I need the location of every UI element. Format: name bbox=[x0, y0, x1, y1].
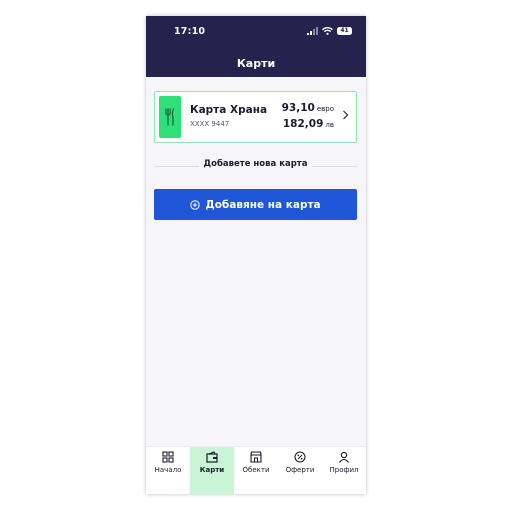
add-card-button-label: Добавяне на карта bbox=[205, 198, 321, 211]
app-header: 17:10 41 Карти bbox=[146, 16, 366, 77]
tab-home-label: Начало bbox=[154, 466, 182, 474]
balance-primary-value: 93,10 bbox=[281, 102, 315, 114]
signal-icon bbox=[307, 27, 318, 35]
tab-profile[interactable]: Профил bbox=[322, 447, 366, 494]
chevron-right-icon bbox=[343, 110, 349, 120]
add-card-divider: Добавете нова карта bbox=[154, 159, 357, 173]
discount-badge-icon bbox=[294, 451, 306, 463]
card-number: XXXX 9447 bbox=[190, 120, 230, 128]
phone-screen: 17:10 41 Карти Карта Храна XXXX 9447 93,… bbox=[146, 16, 366, 494]
wifi-icon bbox=[322, 27, 333, 35]
tab-cards[interactable]: Карти bbox=[190, 447, 234, 494]
battery-icon: 41 bbox=[337, 27, 352, 35]
page-title: Карти bbox=[236, 57, 276, 70]
balance-primary-unit: евро bbox=[316, 105, 334, 113]
fork-knife-icon bbox=[165, 108, 175, 126]
balance-secondary-value: 182,09 bbox=[282, 118, 324, 130]
balance-primary: 93,10 евро bbox=[282, 102, 334, 114]
card-thumbnail bbox=[159, 96, 181, 138]
tab-profile-label: Профил bbox=[329, 466, 359, 474]
add-card-button[interactable]: Добавяне на карта bbox=[154, 189, 357, 220]
add-card-heading: Добавете нова карта bbox=[198, 159, 313, 169]
bottom-tab-bar: Начало Карти Обекти Оферти Профил bbox=[146, 446, 366, 494]
tab-offers-label: Оферти bbox=[285, 466, 315, 474]
store-icon bbox=[250, 451, 262, 463]
user-icon bbox=[339, 451, 349, 463]
tab-stores[interactable]: Обекти bbox=[234, 447, 278, 494]
balance-secondary: 182,09 лв bbox=[283, 118, 334, 130]
tab-stores-label: Обекти bbox=[242, 466, 270, 474]
tab-offers[interactable]: Оферти bbox=[278, 447, 322, 494]
food-card[interactable]: Карта Храна XXXX 9447 93,10 евро 182,09 лв bbox=[154, 91, 357, 143]
grid-icon bbox=[162, 451, 174, 463]
status-icons: 41 bbox=[307, 27, 352, 35]
status-time: 17:10 bbox=[174, 26, 206, 37]
wallet-card-icon bbox=[206, 451, 218, 463]
tab-cards-label: Карти bbox=[199, 466, 225, 474]
tab-home[interactable]: Начало bbox=[146, 447, 190, 494]
balance-secondary-unit: лв bbox=[325, 121, 334, 129]
plus-circle-icon bbox=[190, 199, 201, 210]
card-name: Карта Храна bbox=[190, 104, 268, 116]
